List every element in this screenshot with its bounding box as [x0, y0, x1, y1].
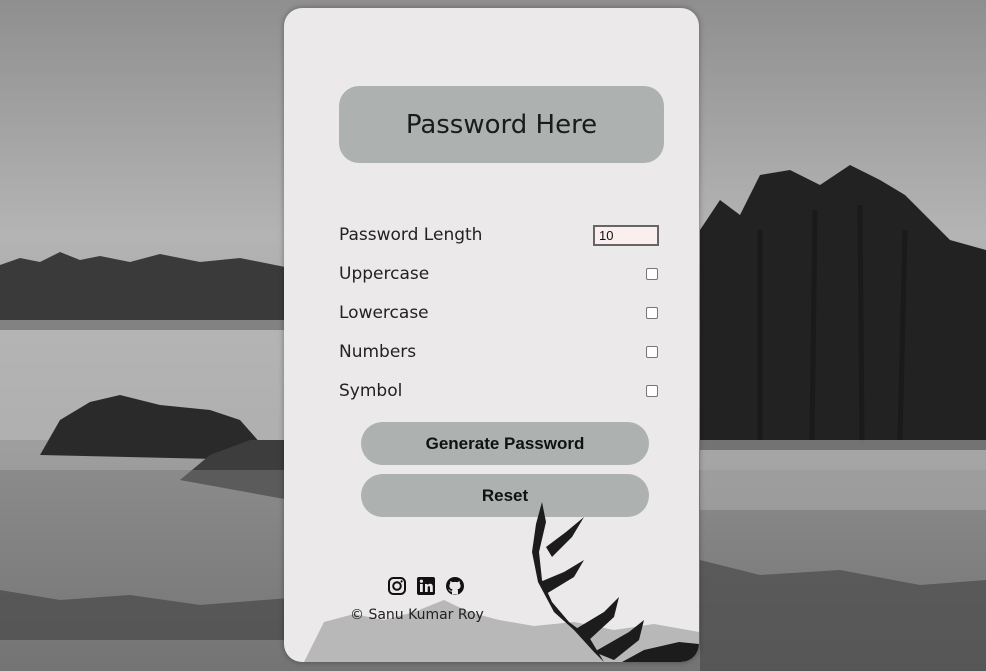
instagram-icon[interactable] — [387, 576, 407, 596]
symbol-label: Symbol — [339, 381, 403, 401]
length-label: Password Length — [339, 225, 483, 245]
lowercase-label: Lowercase — [339, 303, 429, 323]
uppercase-row: Uppercase — [339, 261, 659, 287]
github-icon[interactable] — [445, 576, 465, 596]
numbers-label: Numbers — [339, 342, 417, 362]
linkedin-icon[interactable] — [416, 576, 436, 596]
password-display[interactable]: Password Here — [339, 86, 664, 163]
numbers-row: Numbers — [339, 339, 659, 365]
uppercase-label: Uppercase — [339, 264, 430, 284]
social-links — [387, 576, 465, 596]
deer-antler-silhouette — [304, 502, 699, 662]
lowercase-row: Lowercase — [339, 300, 659, 326]
symbol-row: Symbol — [339, 378, 659, 404]
lowercase-checkbox[interactable] — [646, 307, 658, 319]
copyright-text: © Sanu Kumar Roy — [350, 607, 484, 623]
length-input[interactable] — [593, 224, 659, 246]
symbol-checkbox[interactable] — [646, 385, 658, 397]
uppercase-checkbox[interactable] — [646, 268, 658, 280]
numbers-checkbox[interactable] — [646, 346, 658, 358]
generate-password-button[interactable]: Generate Password — [361, 422, 649, 465]
password-generator-card: Password Here Password Length Uppercase … — [284, 8, 699, 662]
length-row: Password Length — [339, 222, 659, 248]
